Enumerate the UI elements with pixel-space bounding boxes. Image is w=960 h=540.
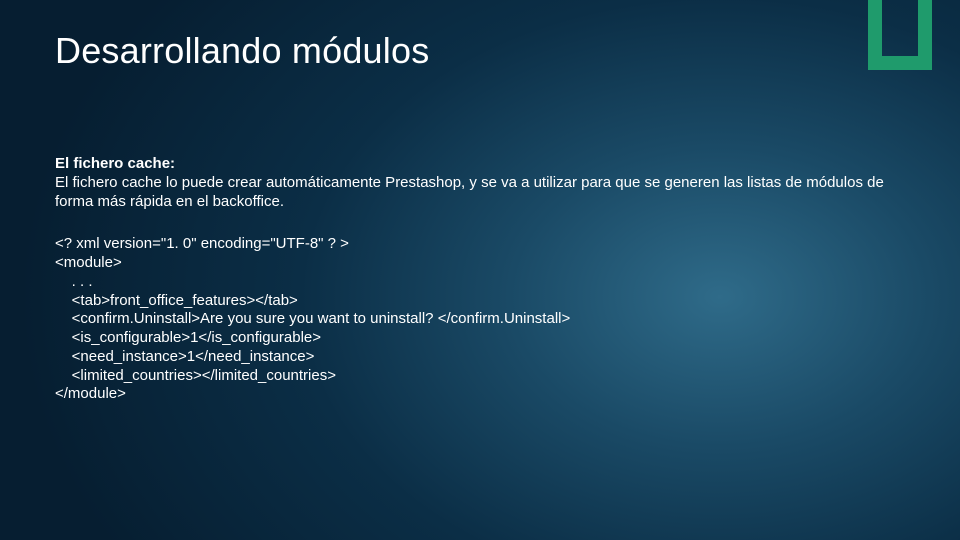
slide: Desarrollando módulos El fichero cache: … [0,0,960,540]
accent-decoration [868,0,932,70]
body-subtitle: El fichero cache: [55,155,920,174]
slide-body: El fichero cache: El fichero cache lo pu… [55,155,920,404]
slide-title: Desarrollando módulos [55,30,429,72]
code-snippet: <? xml version="1. 0" encoding="UTF-8" ?… [55,235,920,404]
body-description: El fichero cache lo puede crear automáti… [55,174,920,212]
